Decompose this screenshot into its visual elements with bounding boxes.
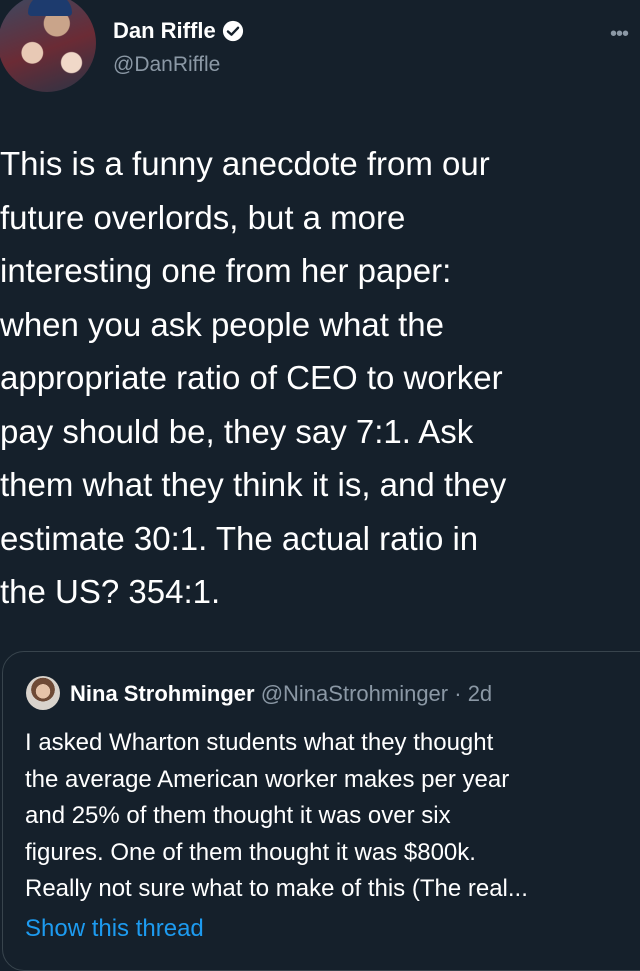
more-options-icon[interactable]: ••• [610, 24, 629, 44]
quoted-tweet-header: Nina Strohminger @NinaStrohminger · 2d [70, 680, 492, 708]
author-name-row[interactable]: Dan Riffle [113, 17, 244, 45]
author-avatar[interactable] [0, 0, 96, 92]
avatar-cap [28, 0, 72, 16]
quoted-tweet-age[interactable]: 2d [468, 681, 492, 706]
tweet-header: Dan Riffle @DanRiffle ••• [0, 0, 640, 110]
verified-badge-icon [222, 20, 243, 42]
author-display-name[interactable]: Dan Riffle [113, 17, 216, 45]
quoted-tweet-text: I asked Wharton students what they thoug… [25, 729, 528, 902]
author-handle[interactable]: @DanRiffle [113, 51, 220, 79]
tweet-text: This is a funny anecdote from our future… [0, 145, 507, 610]
meta-separator: · [448, 681, 468, 706]
quoted-author-handle[interactable]: @NinaStrohminger [261, 681, 448, 706]
quoted-author-display-name[interactable]: Nina Strohminger [70, 681, 255, 706]
show-thread-link[interactable]: Show this thread [25, 911, 204, 947]
quoted-author-avatar[interactable] [26, 676, 60, 710]
